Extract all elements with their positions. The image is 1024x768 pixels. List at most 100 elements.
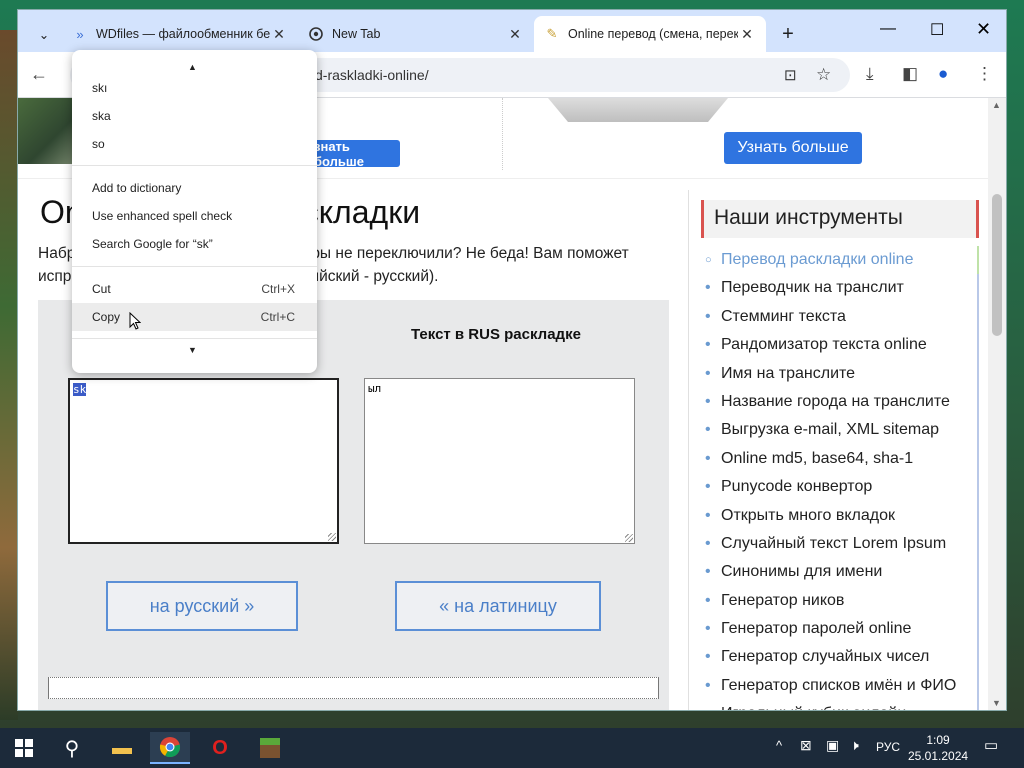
tab-wdfiles[interactable]: » WDfiles — файлообменник бе ✕ <box>62 16 298 52</box>
tab-online-translate[interactable]: ✎ Online перевод (смена, перек ✕ <box>534 16 766 52</box>
tab-new-tab[interactable]: New Tab ✕ <box>298 16 534 52</box>
shortcut-label: Ctrl+X <box>261 282 295 296</box>
search-google-item[interactable]: Search Google for “sk” <box>72 230 317 258</box>
ad-learn-more-button-left[interactable]: знать больше <box>314 138 400 169</box>
window-close-button[interactable]: ✕ <box>976 19 991 40</box>
menu-separator <box>72 266 317 267</box>
suggestion-item[interactable]: ska <box>72 102 317 130</box>
scroll-down-icon[interactable]: ▼ <box>992 698 1001 708</box>
url-text: d-raskladki-online/ <box>315 67 429 83</box>
windows-start-icon[interactable] <box>4 732 44 764</box>
scroll-down-arrow-icon[interactable]: ▼ <box>188 345 197 355</box>
menu-item-label: Use enhanced spell check <box>92 209 233 223</box>
new-tab-button[interactable]: + <box>772 16 804 52</box>
button-label: « на латиницу <box>439 595 557 616</box>
close-icon[interactable]: ✕ <box>270 26 288 43</box>
sidebar-link-lorem-ipsum[interactable]: Случайный текст Lorem Ipsum <box>701 529 979 559</box>
tab-search-button[interactable]: ⌄ <box>26 16 62 52</box>
volume-icon[interactable]: 🕨 <box>850 737 859 754</box>
minecraft-icon[interactable] <box>250 732 290 764</box>
side-panel-icon[interactable]: ◧ <box>902 64 918 84</box>
network-icon[interactable]: ▣ <box>826 737 839 754</box>
sidebar-link-email-sitemap[interactable]: Выгрузка e-mail, XML sitemap <box>701 416 979 445</box>
shortcut-label: Ctrl+C <box>260 310 295 324</box>
notification-icon[interactable]: ▭ <box>984 736 998 754</box>
ad-learn-more-button-right[interactable]: Узнать больше <box>724 132 862 164</box>
button-label: на русский » <box>149 595 255 616</box>
output-field[interactable] <box>48 677 659 699</box>
tools-sidebar: Наши инструменты Перевод раскладки onlin… <box>688 190 988 710</box>
chevron-down-icon: ⌄ <box>38 27 50 42</box>
add-to-dictionary-item[interactable]: Add to dictionary <box>72 174 317 202</box>
menu-kebab-icon[interactable]: ⋮ <box>976 64 993 84</box>
minimize-button[interactable]: — <box>880 20 896 38</box>
ad-product-image <box>548 98 728 122</box>
sidebar-link-randomizer[interactable]: Рандомизатор текста online <box>701 331 979 360</box>
sidebar-link-open-tabs[interactable]: Открыть много вкладок <box>701 501 979 530</box>
sidebar-link-name-synonyms[interactable]: Синонимы для имени <box>701 558 979 587</box>
cut-item[interactable]: Cut Ctrl+X <box>72 275 317 303</box>
sidebar-link-stemming[interactable]: Стемминг текста <box>701 302 979 332</box>
tray-chevron-icon[interactable]: ^ <box>776 738 782 753</box>
intro-line2-right: ийский - русский). <box>310 268 439 285</box>
sidebar-link-punycode[interactable]: Punycode конвертор <box>701 473 979 502</box>
site-favicon: ✎ <box>546 26 558 41</box>
resize-grip-icon[interactable] <box>625 534 633 542</box>
sidebar-link-city-translit[interactable]: Название города на транслите <box>701 387 979 417</box>
search-icon[interactable]: ⚲ <box>52 732 92 764</box>
clock[interactable]: 1:09 25.01.2024 <box>908 732 968 764</box>
tools-list: Перевод раскладки online Переводчик на т… <box>701 246 979 710</box>
rus-text: ыл <box>368 382 382 395</box>
tab-title: Online перевод (смена, перек <box>568 27 738 41</box>
tab-title: New Tab <box>332 27 381 41</box>
rus-layout-label: Текст в RUS раскладке <box>411 326 581 343</box>
scroll-up-arrow-icon[interactable]: ▲ <box>188 62 197 72</box>
tab-strip: ⌄ » WDfiles — файлообменник бе ✕ New Tab… <box>18 10 1006 52</box>
enhanced-spell-check-item[interactable]: Use enhanced spell check <box>72 202 317 230</box>
sidebar-link-random-numbers[interactable]: Генератор случайных чисел <box>701 643 979 672</box>
latin-textarea[interactable]: sk <box>68 378 339 544</box>
intro-line1-right: ры не переключили? Не беда! Вам поможет <box>311 245 629 262</box>
translate-icon[interactable]: ⊡ <box>784 66 797 84</box>
clock-time: 1:09 <box>926 733 950 747</box>
sidebar-link-dice[interactable]: Игральный кубик онлайн <box>701 700 979 710</box>
profile-avatar-icon[interactable]: ● <box>938 64 948 84</box>
page-scrollbar[interactable]: ▲ ▼ <box>988 98 1006 710</box>
taskbar: ⚲ ▬ O ^ ⊠ ▣ 🕨 РУС 1:09 25.01.2024 ▭ <box>0 728 1024 768</box>
language-indicator[interactable]: РУС <box>876 740 900 754</box>
close-icon[interactable]: ✕ <box>506 26 524 43</box>
back-arrow-icon[interactable]: ← <box>30 64 48 85</box>
suggestion-label: ska <box>92 109 111 123</box>
bookmark-star-icon[interactable]: ☆ <box>816 65 831 85</box>
file-explorer-icon[interactable]: ▬ <box>102 732 142 764</box>
maximize-button[interactable]: ☐ <box>930 20 944 40</box>
sidebar-link-nick-generator[interactable]: Генератор ников <box>701 586 979 616</box>
suggestion-item[interactable]: skı <box>72 74 317 102</box>
scroll-up-icon[interactable]: ▲ <box>992 100 1001 110</box>
sidebar-link-translit[interactable]: Переводчик на транслит <box>701 274 979 303</box>
sidebar-link-names-list[interactable]: Генератор списков имён и ФИО <box>701 671 979 701</box>
to-russian-button[interactable]: на русский » <box>106 581 298 631</box>
to-latin-button[interactable]: « на латиницу <box>395 581 601 631</box>
scrollbar-thumb[interactable] <box>992 194 1002 336</box>
copy-item[interactable]: Copy Ctrl+C <box>72 303 317 331</box>
sidebar-link-layout-online[interactable]: Перевод раскладки online <box>701 246 979 275</box>
suggestion-item[interactable]: so <box>72 130 317 158</box>
chrome-icon <box>308 26 324 42</box>
intro-line1-left: Набр <box>38 245 76 262</box>
rus-textarea[interactable]: ыл <box>364 378 635 544</box>
ad-button-label: знать больше <box>314 138 364 169</box>
download-icon[interactable]: ⤓ <box>866 64 874 84</box>
close-icon[interactable]: ✕ <box>738 26 756 43</box>
ad-image <box>18 98 78 164</box>
plus-icon: + <box>782 22 794 45</box>
resize-grip-icon[interactable] <box>328 533 336 541</box>
sidebar-link-name-translit[interactable]: Имя на транслите <box>701 359 979 388</box>
suggestion-label: so <box>92 137 105 151</box>
sidebar-link-md5[interactable]: Online md5, base64, sha-1 <box>701 444 979 474</box>
chrome-taskbar-icon[interactable] <box>150 732 190 764</box>
sidebar-link-password-generator[interactable]: Генератор паролей online <box>701 615 979 644</box>
tab-title: WDfiles — файлообменник бе <box>96 27 270 41</box>
tray-app-icon[interactable]: ⊠ <box>800 737 812 754</box>
opera-icon[interactable]: O <box>200 732 240 764</box>
